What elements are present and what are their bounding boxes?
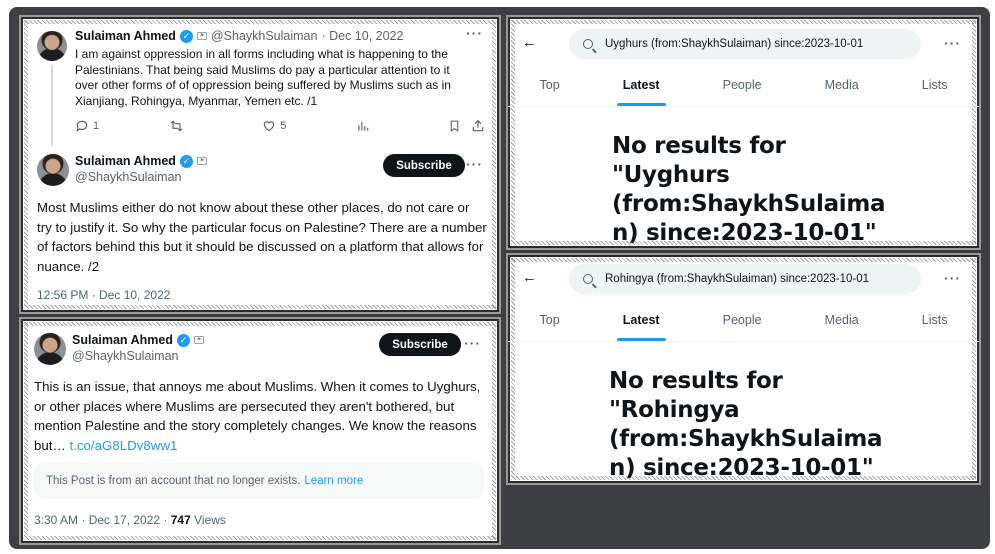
author-handle[interactable]: @ShaykhSulaiman [211,29,318,43]
share-icon [472,119,484,132]
verified-badge-icon: ✓ [179,29,193,43]
search-input[interactable]: Uyghurs (from:ShaykhSulaiman) since:2023… [569,29,921,59]
tab-people[interactable]: People [719,78,766,92]
tweet1-header: Sulaiman Ahmed ✓ ⚑ @ShaykhSulaiman · Dec… [75,29,403,43]
tweet-actions: 1 5 [75,119,485,133]
tab-divider [508,341,979,342]
tab-lists[interactable]: Lists [918,313,952,327]
timestamp-text[interactable]: 3:30 AM · Dec 17, 2022 · [34,513,171,527]
no-results-line: n) since:2023-10-01" [609,455,874,481]
analytics-icon [358,121,369,131]
no-results-line: "Uyghurs [612,162,730,188]
tab-latest[interactable]: Latest [616,78,666,106]
avatar[interactable] [37,31,67,61]
tab-media[interactable]: Media [821,78,863,92]
search-icon [583,274,593,284]
search-tabs: Top Latest People Media Lists [508,313,979,341]
tweet-text: This is an issue, that annoys me about M… [34,377,489,455]
tab-media[interactable]: Media [821,313,863,327]
more-options-icon[interactable]: ··· [464,335,481,351]
search-query[interactable]: Uyghurs (from:ShaykhSulaiman) since:2023… [605,38,863,50]
bookmark-icon [450,120,458,132]
search-query[interactable]: Rohingya (from:ShaykhSulaiman) since:202… [605,273,869,285]
tab-top[interactable]: Top [536,78,564,92]
tab-divider [508,106,979,107]
tweet-timestamp: 3:30 AM · Dec 17, 2022 · 747 Views [34,513,226,527]
tab-lists[interactable]: Lists [918,78,952,92]
more-options-icon[interactable]: ··· [466,156,483,172]
notice-text: This Post is from an account that no lon… [46,475,301,487]
tab-people[interactable]: People [719,313,766,327]
avatar[interactable] [34,333,66,365]
like-count: 5 [280,120,287,132]
heart-icon [264,121,275,132]
views-label: Views [190,513,226,527]
learn-more-link[interactable]: Learn more [304,475,363,487]
like-button[interactable]: 5 [262,119,356,133]
tweet-text: I am against oppression in all forms inc… [75,47,451,108]
subscribe-button[interactable]: Subscribe [379,333,461,356]
tweet2-header: Sulaiman Ahmed ✓ ⚑ [75,154,207,168]
no-results-line: No results for [609,368,783,394]
more-options-icon[interactable]: ··· [466,25,483,41]
author-name[interactable]: Sulaiman Ahmed [75,154,176,168]
tweet-date[interactable]: · Dec 10, 2022 [321,29,403,43]
avatar[interactable] [37,154,69,186]
views-count: 747 [170,513,191,527]
tweet-link[interactable]: t.co/aG8LDv8ww1 [69,438,177,453]
tweet3-header: Sulaiman Ahmed ✓ ⚑ [72,333,204,347]
tab-top[interactable]: Top [536,313,564,327]
affiliation-badge-icon: ⚑ [196,157,207,165]
share-button[interactable] [471,119,485,133]
search-results-panel: ← Rohingya (from:ShaykhSulaiman) since:2… [506,253,981,485]
verified-badge-icon: ✓ [176,333,190,347]
repost-icon [170,120,182,132]
no-results-line: "Rohingya [609,397,740,423]
verified-badge-icon: ✓ [179,154,193,168]
no-results-message: No results for "Uyghurs (from:ShaykhSula… [612,132,886,248]
no-results-line: (from:ShaykhSulaima [609,426,883,452]
tweet-timestamp[interactable]: 12:56 PM · Dec 10, 2022 [37,288,170,302]
search-results-panel: ← Uyghurs (from:ShaykhSulaiman) since:20… [506,15,981,250]
affiliation-badge-icon: ⚑ [193,336,204,344]
affiliation-badge-icon: ⚑ [196,32,207,40]
unavailable-post-notice: This Post is from an account that no lon… [34,463,484,499]
no-results-line: (from:ShaykhSulaima [612,191,886,217]
no-results-line: n) since:2023-10-01" [612,220,877,246]
author-name[interactable]: Sulaiman Ahmed [72,333,173,347]
author-handle[interactable]: @ShaykhSulaiman [72,349,179,363]
reply-icon [76,120,88,133]
no-results-line: No results for [612,133,786,159]
back-arrow-icon[interactable]: ← [522,269,537,286]
thread-line [51,65,53,145]
tweet-panel: Sulaiman Ahmed ✓ ⚑ @ShaykhSulaiman Subsc… [19,317,501,545]
tweet-text: Most Muslims either do not know about th… [37,200,487,274]
author-handle[interactable]: @ShaykhSulaiman [75,170,182,184]
author-name[interactable]: Sulaiman Ahmed [75,29,176,43]
more-options-icon[interactable]: ··· [944,35,961,51]
bookmark-button[interactable] [448,119,471,133]
tweet-thread-panel: Sulaiman Ahmed ✓ ⚑ @ShaykhSulaiman · Dec… [19,15,501,314]
more-options-icon[interactable]: ··· [944,270,961,286]
tab-latest[interactable]: Latest [616,313,666,341]
search-input[interactable]: Rohingya (from:ShaykhSulaiman) since:202… [569,264,921,294]
repost-button[interactable] [169,119,263,133]
search-tabs: Top Latest People Media Lists [508,78,979,106]
back-arrow-icon[interactable]: ← [522,34,537,51]
search-icon [583,39,593,49]
views-button[interactable] [356,119,448,133]
subscribe-button[interactable]: Subscribe [383,154,465,177]
no-results-message: No results for "Rohingya (from:ShaykhSul… [609,367,883,483]
reply-count: 1 [93,120,100,132]
reply-button[interactable]: 1 [75,119,169,133]
